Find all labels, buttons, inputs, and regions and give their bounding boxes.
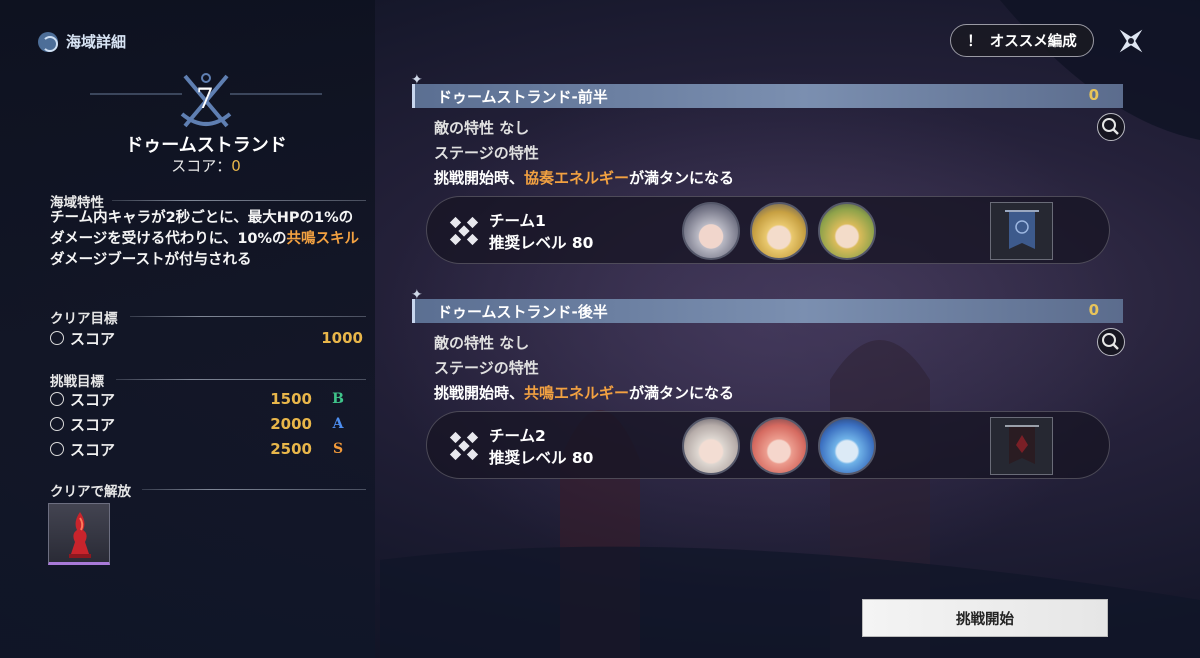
divider [130, 316, 366, 317]
challenge-goal-row: スコア 1500 [50, 388, 312, 410]
globe-icon [38, 31, 58, 52]
challenge-goal-row: スコア 2500 [50, 438, 312, 460]
team-name: チーム2 [489, 427, 546, 445]
radio-icon [50, 392, 64, 406]
team-level: 推奨レベル 80 [489, 234, 594, 252]
zone-name: ドゥームストランド [125, 135, 287, 156]
stage-title: ドゥームストランド-前半 [437, 88, 608, 106]
stage-desc-highlight: 共鳴エネルギー [524, 384, 630, 402]
radio-icon [50, 442, 64, 456]
unlock-label: クリアで解放 [50, 484, 131, 500]
stage-trait-description: 挑戦開始時、共鳴エネルギーが満タンになる [434, 382, 734, 403]
challenge-goal-item-value: 2500 [270, 440, 312, 458]
stage-desc-a: 挑戦開始時、 [434, 169, 525, 187]
traits-line-1: チーム内キャラが2秒ごとに、最大HPの1%の [50, 210, 354, 226]
traits-description: チーム内キャラが2秒ごとに、最大HPの1%の ダメージを受ける代わりに、10%の… [50, 208, 370, 271]
sparkle-icon: ✦ [411, 72, 423, 88]
recommend-team-label: オススメ編成 [989, 34, 1077, 50]
stage-trait-description: 挑戦開始時、協奏エネルギーが満タンになる [434, 167, 734, 188]
clear-goal-row: スコア 1000 [50, 327, 363, 349]
zone-detail-panel: 海域詳細 7 ドゥームストランド スコア：0 海域特性 チーム内キャラが2秒ごと… [0, 0, 375, 658]
challenge-goal-item-value: 2000 [270, 415, 312, 433]
traits-highlight: 共鳴スキル [286, 231, 360, 247]
blue-banner-icon [1005, 210, 1039, 249]
stage-desc-c: が満タンになる [629, 384, 735, 402]
enemy-trait: 敵の特性 なし [434, 119, 530, 137]
stage-desc-a: 挑戦開始時、 [434, 384, 525, 402]
divider [116, 379, 366, 380]
traits-line-2a: ダメージを受ける代わりに、10%の [50, 231, 287, 247]
panel-title-text: 海域詳細 [66, 33, 127, 51]
radio-icon [50, 331, 64, 345]
challenge-goal-item-label: スコア [70, 390, 116, 409]
enemy-trait: 敵の特性 なし [434, 334, 530, 352]
stage-header-second-half: ✦ ドゥームストランド-後半 0 [411, 287, 1123, 323]
stage-title: ドゥームストランド-後半 [437, 303, 608, 321]
exclamation-icon: ！ [967, 34, 982, 50]
challenge-goal-row: スコア 2000 [50, 413, 312, 435]
zone-score: スコア：0 [0, 155, 412, 176]
zone-score-value: 0 [231, 157, 241, 175]
recommend-team-button[interactable]: ！ オススメ編成 [950, 24, 1094, 57]
zone-number: 7 [196, 82, 214, 115]
character-avatar[interactable] [682, 202, 740, 260]
rank-s-icon: S [332, 441, 344, 457]
start-challenge-button[interactable]: 挑戦開始 [862, 599, 1108, 637]
team-card[interactable]: チーム2 推奨レベル 80 [426, 411, 1110, 479]
team-card[interactable]: チーム1 推奨レベル 80 [426, 196, 1110, 264]
traits-line-3: ダメージブーストが付与される [50, 252, 252, 268]
reward-slot[interactable] [48, 503, 110, 565]
sparkle-icon: ✦ [411, 287, 423, 303]
team-name: チーム1 [489, 212, 546, 230]
stage-value: 0 [1088, 86, 1099, 104]
character-avatar[interactable] [818, 417, 876, 475]
zone-score-label: スコア： [171, 157, 232, 175]
divider [112, 200, 366, 201]
challenge-goal-item-value: 1500 [270, 390, 312, 408]
traits-line-2: ダメージを受ける代わりに、10%の共鳴スキル [50, 229, 370, 250]
panel-title: 海域詳細 [38, 31, 126, 52]
team-level: 推奨レベル 80 [489, 449, 594, 467]
search-icon[interactable] [1097, 328, 1125, 356]
crimson-trophy-icon [69, 512, 91, 558]
team-banner[interactable] [990, 202, 1053, 260]
stage-desc-highlight: 協奏エネルギー [524, 169, 630, 187]
character-avatar[interactable] [750, 417, 808, 475]
team-formation-icon [449, 216, 479, 246]
stage-trait-label: ステージの特性 [434, 359, 539, 377]
rank-b-icon: B [332, 391, 344, 407]
character-avatar[interactable] [750, 202, 808, 260]
rank-a-icon: A [332, 416, 344, 432]
search-icon[interactable] [1097, 113, 1125, 141]
close-icon[interactable] [1112, 22, 1150, 60]
challenge-goal-label: 挑戦目標 [50, 374, 104, 390]
character-avatar[interactable] [682, 417, 740, 475]
stage-desc-c: が満タンになる [629, 169, 735, 187]
team-formation-icon [449, 431, 479, 461]
radio-icon [50, 417, 64, 431]
stage-header-first-half: ✦ ドゥームストランド-前半 0 [411, 72, 1123, 108]
red-banner-icon [1005, 425, 1039, 464]
stage-value: 0 [1088, 301, 1099, 319]
character-avatar[interactable] [818, 202, 876, 260]
stage-trait-label: ステージの特性 [434, 144, 539, 162]
team-banner[interactable] [990, 417, 1053, 475]
challenge-goal-item-label: スコア [70, 440, 116, 459]
clear-goal-item-value: 1000 [321, 329, 363, 347]
challenge-goal-item-label: スコア [70, 415, 116, 434]
clear-goal-label: クリア目標 [50, 311, 118, 327]
clear-goal-item-label: スコア [70, 329, 116, 348]
divider [142, 489, 366, 490]
